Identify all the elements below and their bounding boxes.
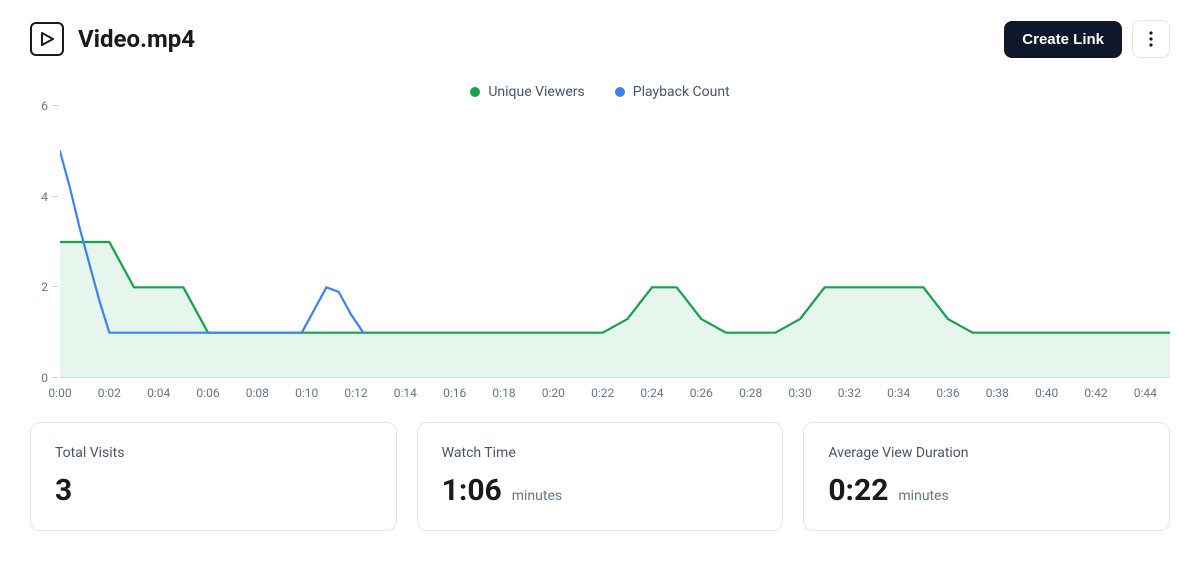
chart: 0246 0:000:020:040:060:080:100:120:140:1… <box>30 106 1170 406</box>
y-tick-label: 4 <box>41 190 48 204</box>
x-tick-label: 0:12 <box>344 386 367 400</box>
x-tick-label: 0:10 <box>295 386 318 400</box>
x-tick-label: 0:38 <box>986 386 1009 400</box>
x-tick-label: 0:28 <box>739 386 762 400</box>
create-link-button[interactable]: Create Link <box>1004 21 1122 58</box>
stat-card-watch-time: Watch Time 1:06 minutes <box>417 422 784 531</box>
chart-legend: Unique Viewers Playback Count <box>0 68 1200 106</box>
more-options-button[interactable] <box>1132 20 1170 58</box>
stat-label: Total Visits <box>55 445 372 461</box>
legend-dot-icon <box>615 87 625 97</box>
legend-item-playback-count[interactable]: Playback Count <box>615 84 730 100</box>
chart-plot-area <box>60 106 1170 378</box>
x-tick-label: 0:40 <box>1035 386 1058 400</box>
x-tick-label: 0:26 <box>690 386 713 400</box>
legend-dot-icon <box>470 87 480 97</box>
stat-card-total-visits: Total Visits 3 <box>30 422 397 531</box>
stat-value: 0:22 <box>828 473 888 508</box>
legend-label: Playback Count <box>633 84 730 100</box>
x-tick-label: 0:04 <box>147 386 170 400</box>
x-tick-label: 0:08 <box>246 386 269 400</box>
x-axis: 0:000:020:040:060:080:100:120:140:160:18… <box>60 380 1170 406</box>
stat-label: Watch Time <box>442 445 759 461</box>
stat-unit: minutes <box>512 488 562 504</box>
legend-label: Unique Viewers <box>488 84 584 100</box>
x-tick-label: 0:20 <box>542 386 565 400</box>
x-tick-label: 0:32 <box>838 386 861 400</box>
y-tick-label: 2 <box>41 280 48 294</box>
x-tick-label: 0:42 <box>1084 386 1107 400</box>
x-tick-label: 0:00 <box>48 386 71 400</box>
x-tick-label: 0:06 <box>196 386 219 400</box>
video-icon <box>30 22 64 56</box>
stat-card-avg-view-duration: Average View Duration 0:22 minutes <box>803 422 1170 531</box>
stat-label: Average View Duration <box>828 445 1145 461</box>
y-tick-label: 0 <box>41 371 48 385</box>
x-tick-label: 0:02 <box>98 386 121 400</box>
x-tick-label: 0:34 <box>887 386 910 400</box>
x-tick-label: 0:24 <box>640 386 663 400</box>
y-tick-label: 6 <box>41 99 48 113</box>
x-tick-label: 0:16 <box>443 386 466 400</box>
x-tick-label: 0:14 <box>394 386 417 400</box>
legend-item-unique-viewers[interactable]: Unique Viewers <box>470 84 584 100</box>
y-axis: 0246 <box>30 106 52 378</box>
x-tick-label: 0:18 <box>492 386 515 400</box>
page-title: Video.mp4 <box>78 25 1004 53</box>
x-tick-label: 0:30 <box>788 386 811 400</box>
stat-unit: minutes <box>898 488 948 504</box>
x-tick-label: 0:44 <box>1134 386 1157 400</box>
stat-value: 1:06 <box>442 473 502 508</box>
stats-row: Total Visits 3 Watch Time 1:06 minutes A… <box>0 406 1200 531</box>
x-tick-label: 0:36 <box>936 386 959 400</box>
stat-value: 3 <box>55 473 72 508</box>
x-tick-label: 0:22 <box>591 386 614 400</box>
more-vertical-icon <box>1149 31 1153 47</box>
